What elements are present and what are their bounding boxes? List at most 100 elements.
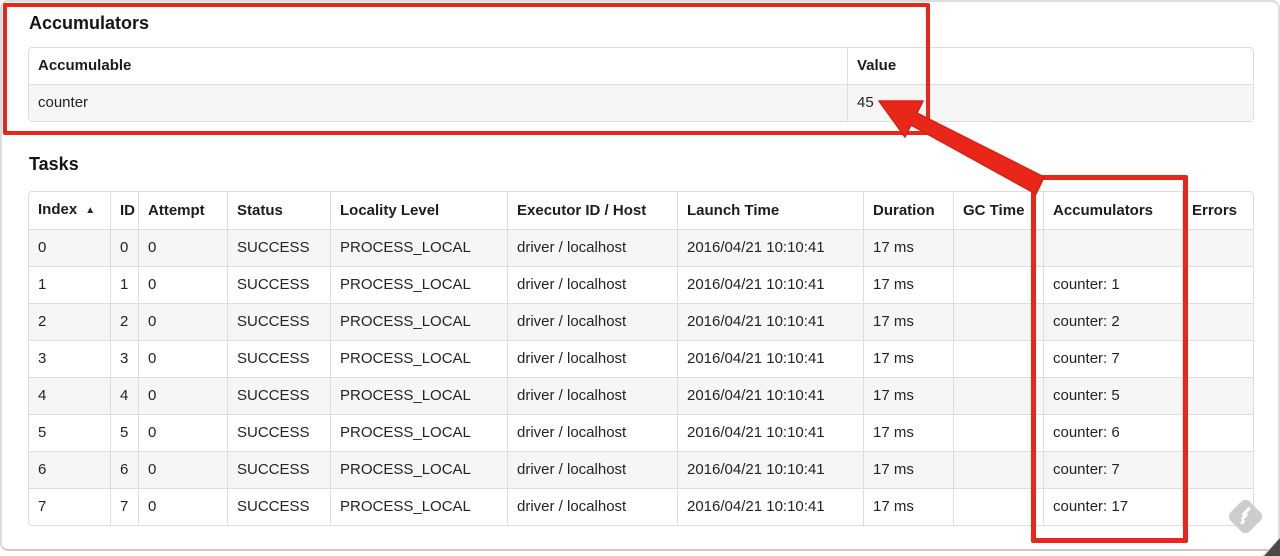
cursor-fragment	[1262, 538, 1280, 556]
column-header-value[interactable]: Value	[847, 48, 1253, 84]
table-row: 7 7 0 SUCCESS PROCESS_LOCAL driver / localhos…	[29, 488, 1253, 525]
table-cell: 2016/04/21 10:10:41	[677, 340, 863, 377]
table-cell	[1182, 266, 1253, 303]
table-cell: 7	[110, 488, 138, 525]
table-cell: PROCESS_LOCAL	[330, 488, 507, 525]
table-cell: PROCESS_LOCAL	[330, 266, 507, 303]
table-cell: 17 ms	[863, 488, 953, 525]
table-cell: 2016/04/21 10:10:41	[677, 266, 863, 303]
table-cell: 0	[110, 229, 138, 266]
table-row: 2 2 0 SUCCESS PROCESS_LOCAL driver / localhos…	[29, 303, 1253, 340]
table-cell: 2016/04/21 10:10:41	[677, 488, 863, 525]
table-cell: counter: 17	[1043, 488, 1182, 525]
sort-ascending-icon: ▲	[85, 205, 96, 216]
table-cell: counter: 7	[1043, 451, 1182, 488]
table-cell: SUCCESS	[227, 414, 330, 451]
table-cell: 0	[138, 488, 227, 525]
table-cell: driver / localhost	[507, 414, 677, 451]
table-cell: driver / localhost	[507, 303, 677, 340]
table-cell: 2016/04/21 10:10:41	[677, 229, 863, 266]
table-cell	[1182, 451, 1253, 488]
table-cell: 0	[138, 229, 227, 266]
table-row: 1 1 0 SUCCESS PROCESS_LOCAL driver / localhos…	[29, 266, 1253, 303]
column-header-accumulable[interactable]: Accumulable	[29, 48, 847, 84]
table-cell	[953, 488, 1043, 525]
column-header-gc-time[interactable]: GC Time	[953, 192, 1043, 229]
table-cell	[953, 377, 1043, 414]
table-cell: counter	[29, 84, 847, 121]
table-cell: 17 ms	[863, 451, 953, 488]
table-cell: 2016/04/21 10:10:41	[677, 377, 863, 414]
spark-stage-page: Accumulators Accumulable Value counter 45…	[0, 0, 1280, 526]
table-cell: counter: 1	[1043, 266, 1182, 303]
table-cell: driver / localhost	[507, 377, 677, 414]
table-row: 5 5 0 SUCCESS PROCESS_LOCAL driver / localhos…	[29, 414, 1253, 451]
table-cell: 5	[29, 414, 110, 451]
table-cell: SUCCESS	[227, 266, 330, 303]
table-cell: 4	[29, 377, 110, 414]
table-cell: 5	[110, 414, 138, 451]
table-cell: driver / localhost	[507, 451, 677, 488]
tasks-table: Index ▲ ID Attempt Status Locality Level …	[28, 191, 1254, 526]
table-cell: PROCESS_LOCAL	[330, 414, 507, 451]
column-header-id[interactable]: ID	[110, 192, 138, 229]
table-cell: 0	[138, 340, 227, 377]
accumulators-table: Accumulable Value counter 45	[28, 47, 1254, 122]
tasks-header-row: Index ▲ ID Attempt Status Locality Level …	[29, 192, 1253, 229]
table-cell: SUCCESS	[227, 303, 330, 340]
table-cell: SUCCESS	[227, 377, 330, 414]
column-header-index-label: Index	[38, 201, 78, 218]
table-cell: 17 ms	[863, 229, 953, 266]
table-cell: driver / localhost	[507, 340, 677, 377]
table-cell	[1182, 414, 1253, 451]
table-cell	[953, 414, 1043, 451]
table-row: 0 0 0 SUCCESS PROCESS_LOCAL driver / localhos…	[29, 229, 1253, 266]
table-cell: 2	[110, 303, 138, 340]
table-cell	[953, 303, 1043, 340]
accumulators-section-title: Accumulators	[29, 13, 150, 33]
table-cell: 2016/04/21 10:10:41	[677, 414, 863, 451]
table-cell: 7	[29, 488, 110, 525]
table-cell: 17 ms	[863, 340, 953, 377]
column-header-locality-level[interactable]: Locality Level	[330, 192, 507, 229]
table-cell: PROCESS_LOCAL	[330, 451, 507, 488]
table-cell: 45	[847, 84, 1253, 121]
table-cell: 1	[29, 266, 110, 303]
table-cell: driver / localhost	[507, 266, 677, 303]
table-cell: 6	[110, 451, 138, 488]
table-cell: 2	[29, 303, 110, 340]
table-cell	[953, 266, 1043, 303]
table-cell: 3	[29, 340, 110, 377]
table-cell: 0	[138, 303, 227, 340]
table-cell	[1182, 340, 1253, 377]
table-cell: 2016/04/21 10:10:41	[677, 303, 863, 340]
table-cell: PROCESS_LOCAL	[330, 340, 507, 377]
column-header-index[interactable]: Index ▲	[29, 192, 110, 229]
column-header-attempt[interactable]: Attempt	[138, 192, 227, 229]
table-cell: SUCCESS	[227, 340, 330, 377]
column-header-executor-id-host[interactable]: Executor ID / Host	[507, 192, 677, 229]
table-cell: counter: 2	[1043, 303, 1182, 340]
table-cell: SUCCESS	[227, 451, 330, 488]
table-cell: PROCESS_LOCAL	[330, 303, 507, 340]
column-header-errors[interactable]: Errors	[1182, 192, 1253, 229]
table-cell: SUCCESS	[227, 488, 330, 525]
column-header-accumulators[interactable]: Accumulators	[1043, 192, 1182, 229]
column-header-launch-time[interactable]: Launch Time	[677, 192, 863, 229]
column-header-status[interactable]: Status	[227, 192, 330, 229]
table-cell	[1043, 229, 1182, 266]
table-cell: 3	[110, 340, 138, 377]
column-header-duration[interactable]: Duration	[863, 192, 953, 229]
table-cell: 1	[110, 266, 138, 303]
table-cell: 17 ms	[863, 303, 953, 340]
table-cell	[953, 451, 1043, 488]
table-cell: PROCESS_LOCAL	[330, 229, 507, 266]
table-cell: driver / localhost	[507, 229, 677, 266]
table-cell: PROCESS_LOCAL	[330, 377, 507, 414]
accumulators-header-row: Accumulable Value	[29, 48, 1253, 84]
table-cell: driver / localhost	[507, 488, 677, 525]
table-cell: counter: 5	[1043, 377, 1182, 414]
table-cell: 6	[29, 451, 110, 488]
table-cell: counter: 6	[1043, 414, 1182, 451]
table-cell: 17 ms	[863, 266, 953, 303]
